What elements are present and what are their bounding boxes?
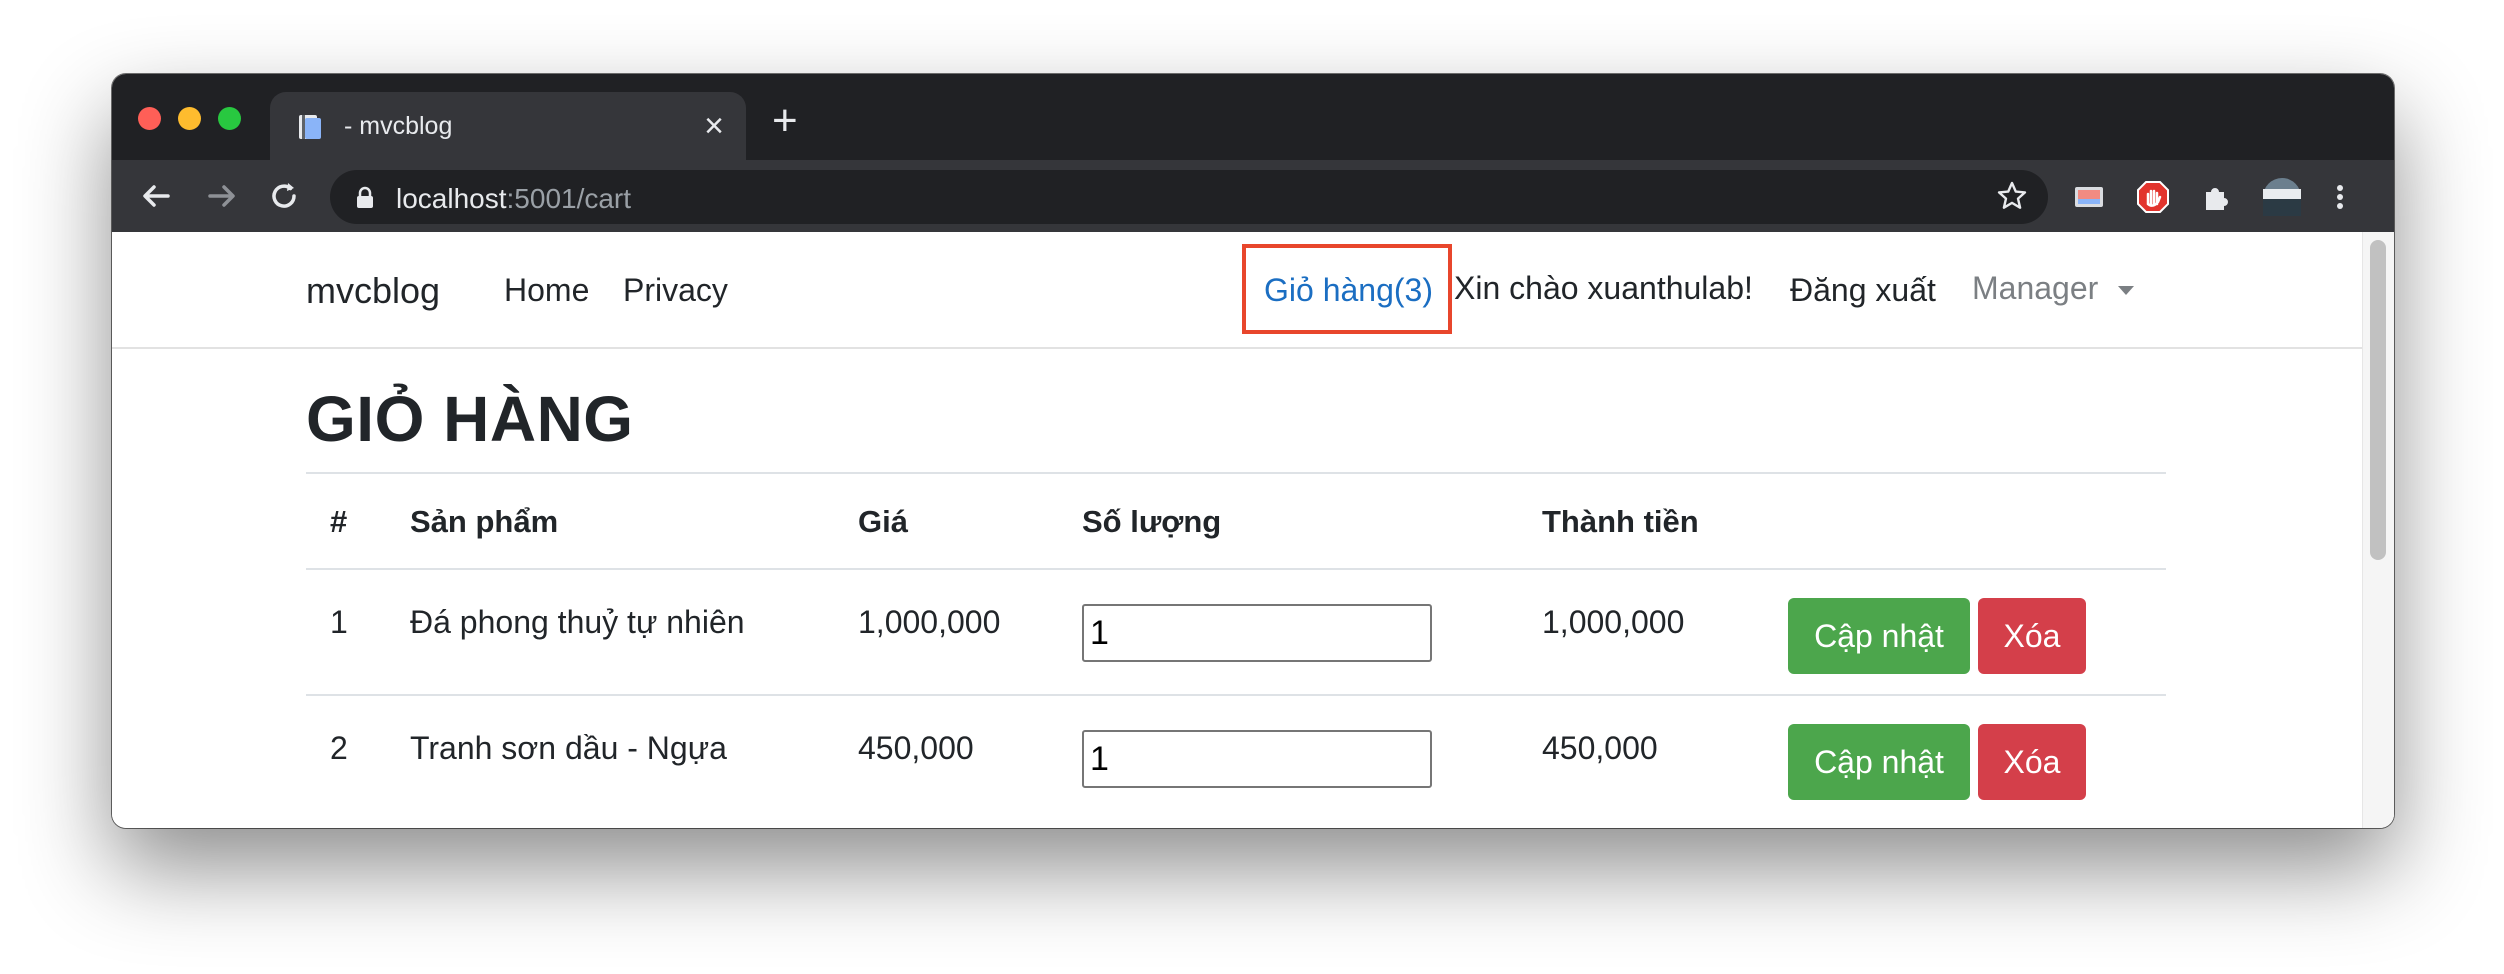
chevron-down-icon (2118, 286, 2134, 295)
window-close-button[interactable] (138, 107, 161, 130)
adblock-icon[interactable] (2136, 180, 2170, 214)
column-header-quantity: Số lượng (1082, 504, 1222, 539)
cart-link[interactable]: Giỏ hàng(3) (1264, 272, 1433, 309)
page-viewport: mvcblog Home Privacy Giỏ hàng(3) Xin chà… (112, 232, 2394, 828)
lock-icon (357, 186, 373, 208)
column-header-price: Giá (858, 504, 908, 539)
row-price: 1,000,000 (858, 604, 1001, 640)
column-header-index: # (330, 504, 348, 539)
close-tab-icon[interactable]: × (704, 106, 724, 146)
site-navbar: mvcblog Home Privacy Giỏ hàng(3) Xin chà… (112, 232, 2362, 349)
brand-logo[interactable]: mvcblog (306, 270, 440, 312)
column-header-product: Sản phẩm (410, 504, 559, 539)
window-maximize-button[interactable] (218, 107, 241, 130)
row-product: Đá phong thuỷ tự nhiên (410, 604, 745, 640)
row-product: Tranh sơn dầu - Ngựa (410, 730, 727, 766)
quantity-input[interactable] (1082, 604, 1432, 662)
page-title: GIỎ HÀNG (306, 383, 634, 455)
row-price: 450,000 (858, 730, 974, 766)
favicon-icon (299, 115, 321, 139)
title-divider (306, 472, 2166, 474)
nav-home-link[interactable]: Home (504, 272, 589, 309)
reload-icon[interactable] (266, 178, 302, 214)
window-minimize-button[interactable] (178, 107, 201, 130)
browser-window: - mvcblog × + localhost:5001/cart mvcblo… (112, 74, 2394, 828)
row-index: 2 (330, 730, 348, 766)
row-total: 1,000,000 (1542, 604, 1685, 640)
row-total: 450,000 (1542, 730, 1658, 766)
forward-icon[interactable] (204, 178, 240, 214)
browser-tab[interactable]: - mvcblog × (270, 92, 746, 160)
back-icon[interactable] (138, 178, 174, 214)
scrollbar-thumb[interactable] (2370, 240, 2386, 560)
column-header-total: Thành tiền (1542, 504, 1699, 539)
manager-dropdown[interactable]: Manager (1972, 270, 2098, 307)
cast-icon[interactable] (2072, 180, 2106, 214)
menu-icon[interactable] (2330, 180, 2350, 214)
row-divider (306, 694, 2166, 696)
address-bar[interactable]: localhost:5001/cart (330, 170, 2048, 224)
star-icon[interactable] (1996, 180, 2028, 212)
quantity-input[interactable] (1082, 730, 1432, 788)
header-divider (306, 568, 2166, 570)
browser-toolbar: localhost:5001/cart (112, 160, 2394, 232)
profile-avatar[interactable] (2262, 177, 2302, 217)
update-button[interactable]: Cập nhật (1788, 724, 1970, 800)
delete-button[interactable]: Xóa (1978, 724, 2086, 800)
row-index: 1 (330, 604, 348, 640)
tab-title: - mvcblog (344, 112, 453, 140)
new-tab-icon[interactable]: + (772, 96, 798, 146)
nav-privacy-link[interactable]: Privacy (623, 272, 728, 309)
tab-strip: - mvcblog × + (112, 74, 2394, 160)
update-button[interactable]: Cập nhật (1788, 598, 1970, 674)
puzzle-icon[interactable] (2200, 180, 2234, 214)
url-path: :5001/cart (506, 183, 632, 214)
url-text: localhost:5001/cart (396, 183, 631, 215)
url-host: localhost (396, 183, 507, 214)
logout-link[interactable]: Đăng xuất (1790, 272, 1936, 309)
delete-button[interactable]: Xóa (1978, 598, 2086, 674)
greeting-text: Xin chào xuanthulab! (1454, 270, 1753, 306)
